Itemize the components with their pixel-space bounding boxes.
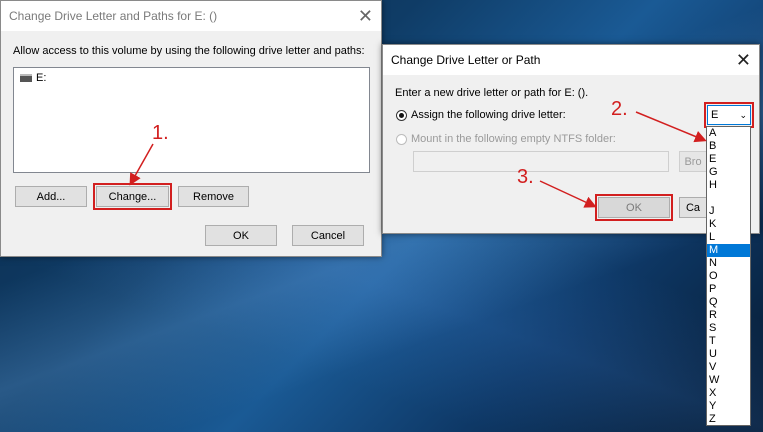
dropdown-option[interactable]: A [707,127,750,140]
ok-button[interactable]: OK [205,225,277,246]
dropdown-option[interactable]: E [707,153,750,166]
dialog2-titlebar: Change Drive Letter or Path ✕ [383,45,759,75]
chevron-down-icon: ⌄ [739,109,747,120]
change-button[interactable]: Change... [93,183,172,210]
step-2-label: 2. [611,98,628,120]
dropdown-option[interactable]: X [707,387,750,400]
selected-letter: E [711,109,719,121]
cancel-button[interactable]: Ca [679,197,707,218]
dropdown-option[interactable]: L [707,231,750,244]
drive-paths-list[interactable]: E: [13,67,370,173]
dialog1-title: Change Drive Letter and Paths for E: () [9,9,218,23]
mount-folder-label: Mount in the following empty NTFS folder… [411,133,616,145]
dropdown-option[interactable]: R [707,309,750,322]
dropdown-option[interactable]: H [707,179,750,192]
folder-path-input[interactable] [413,151,669,172]
close-icon[interactable]: ✕ [358,7,373,25]
dialog1-description: Allow access to this volume by using the… [13,45,365,57]
dropdown-option[interactable] [707,192,750,205]
dialog2-title: Change Drive Letter or Path [391,53,541,67]
close-icon[interactable]: ✕ [736,51,751,69]
drive-icon [20,74,32,82]
assign-letter-label: Assign the following drive letter: [411,109,566,121]
dropdown-option[interactable]: K [707,218,750,231]
dialog1-titlebar: Change Drive Letter and Paths for E: () … [1,1,381,31]
ok-button[interactable]: OK [595,194,673,221]
mount-folder-radio[interactable] [396,134,407,145]
drive-letter-dropdown-list[interactable]: ABEGHJKLMNOPQRSTUVWXYZ [706,126,751,426]
dropdown-option[interactable]: W [707,374,750,387]
dropdown-option[interactable]: S [707,322,750,335]
browse-button[interactable]: Bro [679,151,707,172]
add-button[interactable]: Add... [15,186,87,207]
remove-button[interactable]: Remove [178,186,249,207]
dropdown-option[interactable]: N [707,257,750,270]
dropdown-option[interactable]: T [707,335,750,348]
change-drive-letter-or-path-dialog: Change Drive Letter or Path ✕ Enter a ne… [382,44,760,234]
dropdown-option[interactable]: Q [707,296,750,309]
dropdown-option[interactable]: V [707,361,750,374]
step-1-label: 1. [152,122,169,144]
drive-letter-select[interactable]: E ⌄ [704,102,754,128]
dropdown-option[interactable]: J [707,205,750,218]
dropdown-option[interactable]: U [707,348,750,361]
dropdown-option[interactable]: Z [707,413,750,426]
dropdown-option[interactable]: P [707,283,750,296]
dropdown-option[interactable]: Y [707,400,750,413]
list-item[interactable]: E: [20,72,46,84]
dropdown-option[interactable]: G [707,166,750,179]
step-3-label: 3. [517,166,534,188]
dropdown-option[interactable]: M [707,244,750,257]
dropdown-option[interactable]: O [707,270,750,283]
dialog2-prompt: Enter a new drive letter or path for E: … [395,87,589,99]
assign-letter-radio[interactable] [396,110,407,121]
list-item-label: E: [36,72,47,84]
dropdown-option[interactable]: B [707,140,750,153]
change-drive-letter-paths-dialog: Change Drive Letter and Paths for E: () … [0,0,382,257]
cancel-button[interactable]: Cancel [292,225,364,246]
